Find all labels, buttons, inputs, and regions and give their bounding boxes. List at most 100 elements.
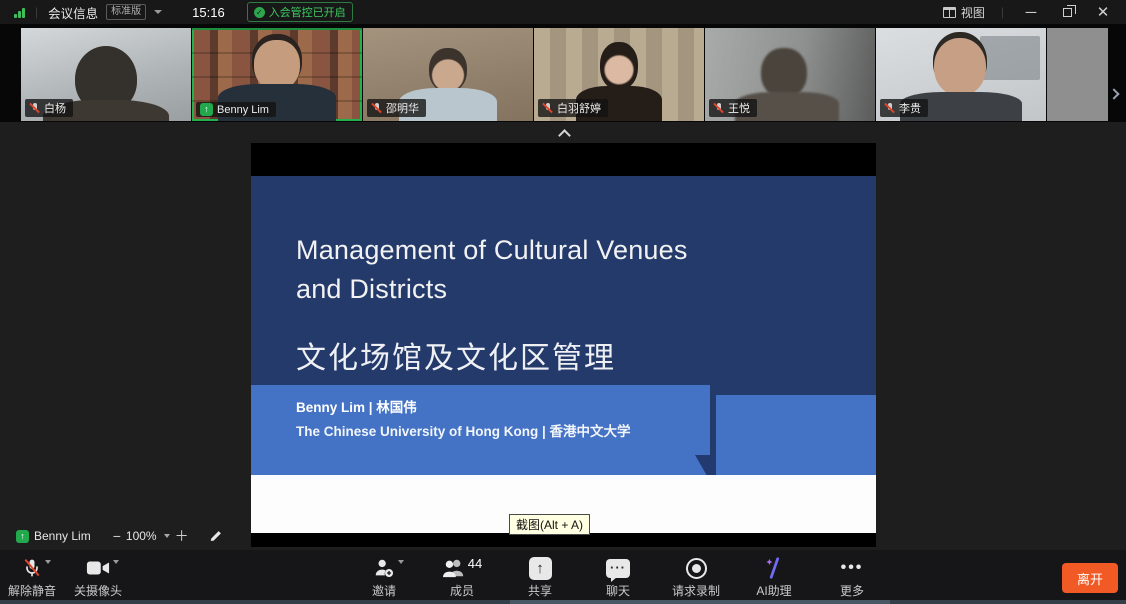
- members-button[interactable]: 44 成员: [436, 550, 488, 599]
- invite-button[interactable]: 邀请: [358, 550, 410, 599]
- participant-thumbnail[interactable]: 白羽舒婷: [534, 28, 704, 121]
- camera-label: 关摄像头: [74, 582, 122, 599]
- presenter-chip: ↑ Benny Lim: [8, 525, 99, 547]
- annotate-button[interactable]: [203, 525, 229, 547]
- collapse-strip-button[interactable]: [550, 127, 578, 141]
- view-label: 视图: [961, 4, 985, 21]
- chat-button[interactable]: 聊天: [592, 550, 644, 599]
- participant-name-chip: 李贵: [880, 99, 928, 117]
- zoom-level[interactable]: 100%: [126, 529, 157, 543]
- slide-presenter-name: Benny Lim | 林国伟: [296, 396, 417, 416]
- participant-name: 李贵: [899, 100, 921, 116]
- mic-muted-icon: [713, 102, 724, 114]
- close-button[interactable]: ✕: [1092, 3, 1114, 21]
- chevron-up-icon: [558, 129, 571, 142]
- more-dots-icon: •••: [841, 563, 864, 573]
- participant-name: 邵明华: [386, 100, 419, 116]
- slide-bottom-bar: [251, 533, 876, 547]
- pencil-icon: [209, 529, 223, 543]
- participant-name-chip: 白杨: [25, 99, 73, 117]
- ai-assistant-icon: [763, 557, 785, 579]
- edition-badge: 标准版: [106, 4, 146, 20]
- chevron-right-icon: [1108, 88, 1119, 99]
- participant-name-chip: 王悦: [709, 99, 757, 117]
- more-label: 更多: [840, 582, 864, 599]
- participant-name: 王悦: [728, 100, 750, 116]
- chevron-down-icon[interactable]: [154, 10, 162, 14]
- taskbar-segment: [510, 600, 890, 604]
- participant-thumbnail[interactable]: 邵明华: [363, 28, 533, 121]
- participant-name-chip: 邵明华: [367, 99, 426, 117]
- participant-name: 白杨: [44, 100, 66, 116]
- slide-title-line2: and Districts: [296, 270, 688, 309]
- ai-assistant-button[interactable]: AI助理: [748, 550, 800, 599]
- participant-thumbnail-partial[interactable]: [1047, 28, 1108, 121]
- chevron-down-icon[interactable]: [398, 560, 404, 564]
- unmute-label: 解除静音: [8, 582, 56, 599]
- share-screen-button[interactable]: ↑ 共享: [514, 550, 566, 599]
- shield-check-icon: ✓: [254, 7, 265, 18]
- screen-share-icon: ↑: [16, 530, 29, 543]
- participant-video: [254, 40, 300, 90]
- network-signal-icon: [14, 7, 25, 18]
- request-record-button[interactable]: 请求录制: [670, 550, 722, 599]
- share-label: 共享: [528, 582, 552, 599]
- slide-title-line1: Management of Cultural Venues: [296, 231, 688, 270]
- shared-screen-area: Management of Cultural Venues and Distri…: [0, 122, 1126, 550]
- restore-icon: [1063, 8, 1072, 17]
- ai-assistant-label: AI助理: [756, 582, 791, 599]
- chevron-down-icon[interactable]: [45, 560, 51, 564]
- more-button[interactable]: ••• 更多: [826, 550, 878, 599]
- participant-thumbnail[interactable]: 王悦: [705, 28, 875, 121]
- meeting-window: | 会议信息 标准版 15:16 ✓ 入会管控已开启 视图 | ─ ✕: [0, 0, 1126, 604]
- camera-off-button[interactable]: 关摄像头: [72, 550, 124, 599]
- participant-thumbnail-active[interactable]: ↑ Benny Lim: [192, 28, 362, 121]
- admission-control-badge: ✓ 入会管控已开启: [247, 2, 353, 22]
- view-button[interactable]: 视图: [943, 4, 985, 21]
- unmute-button[interactable]: 解除静音: [6, 550, 58, 599]
- slide-top-bar: [251, 143, 876, 176]
- slide-title: Management of Cultural Venues and Distri…: [296, 231, 688, 309]
- mic-muted-icon: [22, 557, 42, 579]
- strip-next-page-button[interactable]: [1110, 90, 1122, 102]
- camera-icon: [86, 559, 110, 577]
- participant-thumbnail[interactable]: 李贵: [876, 28, 1046, 121]
- participant-name: 白羽舒婷: [557, 100, 601, 116]
- leave-button[interactable]: 离开: [1062, 563, 1118, 593]
- chat-bubble-icon: [606, 559, 630, 578]
- mic-muted-icon: [371, 102, 382, 114]
- slide-subtitle-chinese: 文化场馆及文化区管理: [296, 333, 616, 377]
- chevron-down-icon[interactable]: [113, 560, 119, 564]
- participant-video: [761, 48, 807, 98]
- divider: |: [33, 5, 40, 19]
- invite-person-icon: [373, 557, 395, 579]
- participant-thumbnail[interactable]: 白杨: [21, 28, 191, 121]
- share-arrow-icon: ↑: [529, 557, 552, 580]
- chevron-down-icon[interactable]: [164, 534, 170, 538]
- taskbar-sliver: [0, 600, 1126, 604]
- zoom-control: − 100% ＋: [105, 525, 197, 547]
- meeting-time: 15:16: [192, 5, 225, 20]
- members-count: 44: [468, 556, 482, 571]
- screenshot-hotkey-tooltip: 截图(Alt + A): [509, 514, 590, 535]
- zoom-out-icon[interactable]: −: [113, 525, 121, 547]
- meeting-info-button[interactable]: 会议信息: [48, 3, 98, 22]
- participant-name: Benny Lim: [217, 104, 269, 116]
- zoom-in-icon[interactable]: ＋: [175, 525, 189, 547]
- members-label: 成员: [450, 582, 474, 599]
- participant-name-chip: 白羽舒婷: [538, 99, 608, 117]
- minimize-button[interactable]: ─: [1020, 4, 1042, 21]
- titlebar: | 会议信息 标准版 15:16 ✓ 入会管控已开启 视图 | ─ ✕: [0, 0, 1126, 24]
- participant-video: [429, 48, 467, 92]
- slide-affiliation: The Chinese University of Hong Kong | 香港…: [296, 420, 631, 440]
- share-overlay-bar: ↑ Benny Lim − 100% ＋: [8, 525, 229, 547]
- members-icon: [442, 557, 466, 579]
- admission-control-label: 入会管控已开启: [269, 4, 346, 20]
- mic-muted-icon: [29, 102, 40, 114]
- participant-video: [600, 42, 638, 90]
- divider: |: [999, 5, 1006, 19]
- participant-name-chip: ↑ Benny Lim: [196, 102, 276, 117]
- grid-view-icon: [943, 7, 956, 18]
- restore-button[interactable]: [1056, 4, 1078, 21]
- screen-share-icon: ↑: [200, 103, 213, 116]
